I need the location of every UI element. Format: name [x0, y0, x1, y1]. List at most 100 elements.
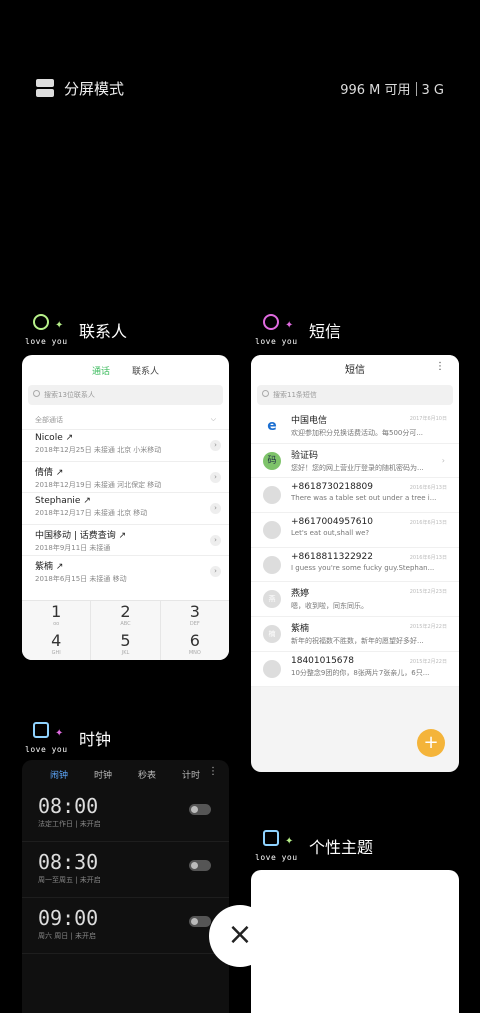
top-bar: 分屏模式 996 M 可用 3 G — [36, 76, 444, 100]
alarm-detail: 周一至周五 | 未开启 — [38, 876, 101, 884]
memory-total: 3 G — [421, 82, 444, 98]
call-log-row[interactable]: 倩倩 ↗ 2018年12月19日 未接通 河北保定 移动 › — [22, 460, 229, 493]
contact-name: Stephanie ↗ — [35, 496, 91, 506]
message-preview: 欢迎参加积分兑换话费活动。每500分可... — [291, 429, 424, 437]
memory-status: 996 M 可用 3 G — [340, 79, 444, 98]
chevron-right-icon[interactable]: › — [210, 566, 221, 577]
alarm-toggle[interactable] — [189, 860, 211, 871]
alarm-time: 09:00 — [38, 906, 99, 930]
sms-thread[interactable]: 码 验证码 您好！您的网上营业厅登录的随机密码为... › — [251, 444, 459, 479]
chevron-right-icon[interactable]: › — [210, 534, 221, 546]
sms-thread[interactable]: e 中国电信 欢迎参加积分兑换话费活动。每500分可... 2017年6月10日 — [251, 409, 459, 444]
theme-app-icon: ✦ love you — [255, 830, 299, 862]
call-detail: 2018年12月25日 未接通 北京 小米移动 — [35, 446, 162, 454]
alarm-item[interactable]: 08:30 周一至周五 | 未开启 — [22, 842, 229, 898]
theme-app-header[interactable]: ✦ love you 个性主题 — [255, 830, 373, 862]
contacts-app-header[interactable]: ✦ love you 联系人 — [25, 314, 127, 346]
call-log-row[interactable]: 中国移动 | 话费查询 ↗ 2018年9月11日 未接通 › — [22, 523, 229, 556]
split-screen-button[interactable]: 分屏模式 — [36, 78, 124, 99]
chevron-down-icon[interactable]: ⌵ — [211, 415, 216, 425]
love-text: love you — [25, 337, 68, 346]
sms-app-icon: ✦ love you — [255, 314, 299, 346]
message-date: 2016年6月13日 — [409, 520, 447, 527]
sms-app-card[interactable]: 短信 ⋮ 搜索11条短信 e 中国电信 欢迎参加积分兑换话费活动。每500分可.… — [251, 355, 459, 772]
sms-thread[interactable]: +8618811322922 I guess you're some fucky… — [251, 548, 459, 583]
tab-calls[interactable]: 通话 — [92, 364, 110, 381]
contacts-app-card[interactable]: 通话 联系人 搜索13位联系人 全部通话 ⌵ Nicole ↗ 2018年12月… — [22, 355, 229, 660]
message-date: 2015年2月22日 — [409, 658, 447, 665]
chevron-right-icon[interactable]: › — [210, 503, 221, 514]
message-date: 2016年6月13日 — [409, 554, 447, 561]
chevron-right-icon[interactable]: › — [210, 440, 221, 451]
love-text: love you — [255, 337, 298, 346]
message-preview: 10分整念9团的你，8张两片7张亲儿，6只... — [291, 668, 430, 677]
alarm-toggle[interactable] — [189, 916, 211, 927]
avatar: 楠 — [263, 625, 281, 644]
alarm-item[interactable]: 08:00 法定工作日 | 未开启 — [22, 786, 229, 842]
contacts-app-icon: ✦ love you — [25, 314, 69, 346]
love-text: love you — [25, 745, 68, 754]
contact-name: 倩倩 ↗ — [35, 467, 64, 478]
alarm-item[interactable]: 09:00 周六 周日 | 未开启 — [22, 898, 229, 954]
more-options-icon[interactable]: ⋮ — [435, 361, 445, 372]
message-preview: 嗯，收到啦，同东同乐。 — [291, 602, 368, 611]
tab-timer[interactable]: 计时 — [182, 768, 200, 786]
compose-button[interactable]: + — [417, 729, 445, 757]
sms-thread[interactable]: +8617004957610 Let's eat out,shall we? 2… — [251, 513, 459, 548]
dial-key-1[interactable]: 1 oo 4 GHI — [22, 601, 92, 660]
contact-name: 紫楠 ↗ — [35, 562, 64, 572]
avatar: 码 — [263, 451, 281, 470]
sender-name: 验证码 — [291, 450, 319, 461]
search-placeholder: 搜索13位联系人 — [44, 391, 95, 399]
sms-thread[interactable]: 18401015678 10分整念9团的你，8张两片7张亲儿，6只... 201… — [251, 652, 459, 687]
close-all-button[interactable]: × — [209, 905, 271, 967]
avatar — [263, 521, 281, 540]
avatar: 燕 — [263, 590, 281, 609]
avatar — [263, 486, 281, 505]
more-options-icon[interactable]: ⋮ — [208, 766, 218, 777]
split-screen-label: 分屏模式 — [64, 79, 125, 98]
message-preview: I guess you're some fucky guy.Stephan... — [291, 563, 435, 572]
dial-key-2[interactable]: 2 ABC 5 JKL — [91, 601, 161, 660]
tab-stopwatch[interactable]: 秒表 — [138, 768, 156, 786]
sms-toolbar: 短信 ⋮ — [251, 355, 459, 381]
dial-key-3[interactable]: 3 DEF 6 MNO — [161, 601, 229, 660]
call-log-row[interactable]: Nicole ↗ 2018年12月25日 未接通 北京 小米移动 › — [22, 429, 229, 461]
split-screen-icon — [36, 79, 54, 97]
sms-search-input[interactable]: 搜索11条短信 — [257, 385, 453, 405]
search-icon — [262, 390, 269, 397]
chevron-right-icon[interactable]: › — [210, 471, 221, 483]
message-preview: Let's eat out,shall we? — [291, 529, 370, 538]
clock-app-title: 时钟 — [79, 730, 112, 749]
contacts-search-input[interactable]: 搜索13位联系人 — [28, 385, 223, 405]
sms-app-header[interactable]: ✦ love you 短信 — [255, 314, 341, 346]
message-preview: 新年的祝福数不胜数，新年的愿望好多好... — [291, 637, 424, 646]
call-group-header: 全部通话 ⌵ — [22, 409, 229, 429]
message-date: 2015年2月22日 — [409, 624, 447, 631]
call-detail: 2018年9月11日 未接通 — [35, 543, 111, 552]
china-telecom-logo: e — [263, 417, 281, 435]
call-log-row[interactable]: Stephanie ↗ 2018年12月17日 未接通 北京 移动 › — [22, 492, 229, 524]
alarm-detail: 周六 周日 | 未开启 — [38, 932, 97, 940]
alarm-detail: 法定工作日 | 未开启 — [38, 820, 101, 828]
sms-thread[interactable]: +8618730218809 There was a table set out… — [251, 478, 459, 514]
tab-contacts[interactable]: 联系人 — [132, 364, 159, 381]
search-placeholder: 搜索11条短信 — [273, 391, 317, 399]
call-detail: 2018年6月15日 未接通 移动 — [35, 575, 127, 583]
clock-app-card[interactable]: 闹钟 时钟 秒表 计时 08:00 法定工作日 | 未开启 08:30 周一至周… — [22, 760, 229, 1013]
message-preview: There was a table set out under a tree i… — [291, 494, 437, 503]
avatar — [263, 555, 281, 574]
tab-alarm[interactable]: 闹钟 — [50, 768, 68, 786]
alarm-time: 08:30 — [38, 850, 99, 874]
chevron-right-icon: › — [441, 455, 445, 465]
call-log-row[interactable]: 紫楠 ↗ 2018年6月15日 未接通 移动 › — [22, 555, 229, 587]
call-detail: 2018年12月17日 未接通 北京 移动 — [35, 509, 148, 517]
tab-clock[interactable]: 时钟 — [94, 768, 112, 786]
alarm-toggle[interactable] — [189, 804, 211, 815]
clock-app-header[interactable]: ✦ love you 时钟 — [25, 722, 111, 754]
theme-app-card[interactable] — [251, 870, 459, 1013]
sms-thread[interactable]: 燕 燕婷 嗯，收到啦，同东同乐。 2015年2月23日 — [251, 582, 459, 618]
theme-app-title: 个性主题 — [309, 838, 374, 857]
message-date: 2017年6月10日 — [409, 416, 447, 422]
sms-thread[interactable]: 楠 紫楠 新年的祝福数不胜数，新年的愿望好多好... 2015年2月22日 — [251, 617, 459, 652]
